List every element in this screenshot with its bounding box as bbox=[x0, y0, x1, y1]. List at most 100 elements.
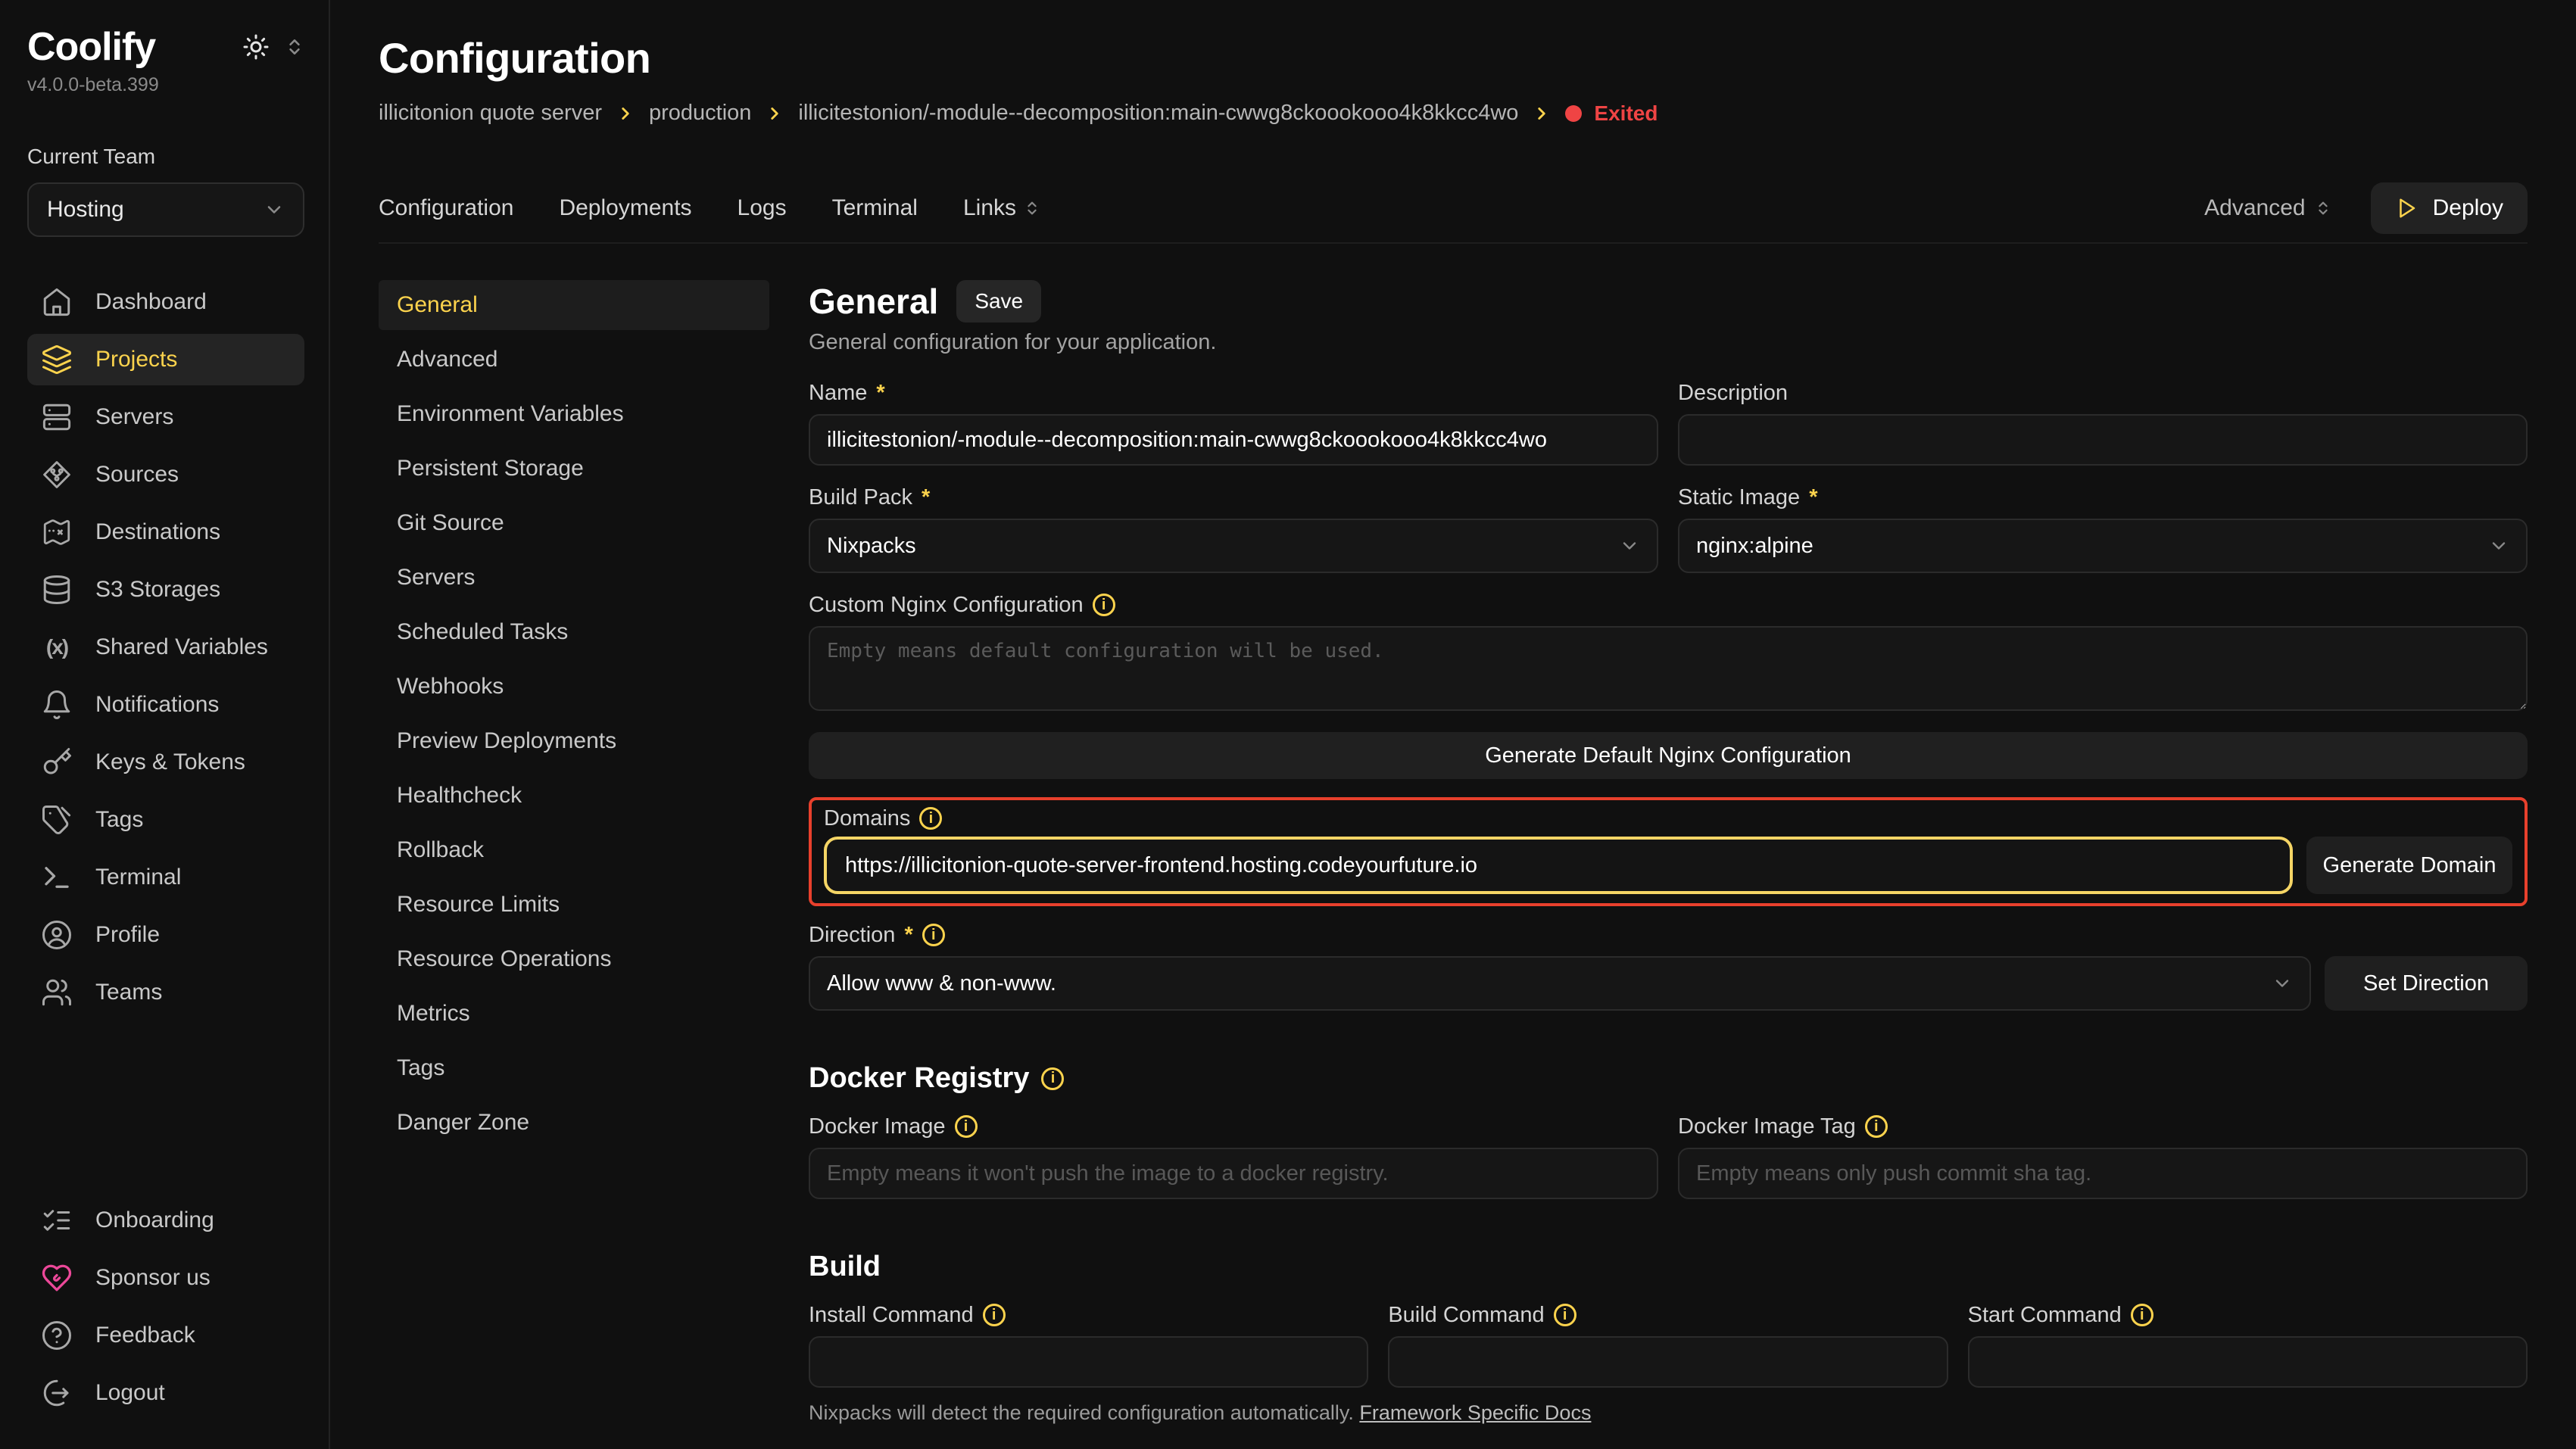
git-diamond-icon bbox=[41, 459, 73, 491]
start-command-label: Start Commandi bbox=[1968, 1301, 2528, 1329]
domains-input[interactable] bbox=[824, 837, 2293, 894]
subnav-item-scheduled-tasks[interactable]: Scheduled Tasks bbox=[379, 607, 769, 657]
subnav-item-resource-operations[interactable]: Resource Operations bbox=[379, 934, 769, 984]
save-button[interactable]: Save bbox=[956, 280, 1041, 323]
sidebar-item-projects[interactable]: Projects bbox=[27, 334, 304, 385]
map-icon bbox=[41, 516, 73, 548]
breadcrumb-application[interactable]: illicitestonion/-module--decomposition:m… bbox=[798, 101, 1518, 126]
layers-icon bbox=[41, 344, 73, 375]
framework-docs-link[interactable]: Framework Specific Docs bbox=[1359, 1401, 1591, 1424]
sidebar-item-teams[interactable]: Teams bbox=[27, 967, 304, 1018]
info-icon: i bbox=[1093, 594, 1115, 616]
required-asterisk: * bbox=[922, 485, 930, 510]
home-icon bbox=[41, 286, 73, 318]
subnav-item-metrics[interactable]: Metrics bbox=[379, 989, 769, 1039]
subnav-item-tags[interactable]: Tags bbox=[379, 1043, 769, 1093]
breadcrumb-environment[interactable]: production bbox=[649, 101, 751, 126]
name-input[interactable] bbox=[809, 414, 1658, 466]
tab-links[interactable]: Links bbox=[963, 195, 1040, 221]
docker-image-input[interactable] bbox=[809, 1148, 1658, 1199]
required-asterisk: * bbox=[876, 381, 884, 406]
sidebar-item-servers[interactable]: Servers bbox=[27, 391, 304, 443]
sidebar-collapse-chevrons-icon[interactable] bbox=[285, 37, 304, 57]
tab-logs[interactable]: Logs bbox=[738, 195, 787, 221]
breadcrumb-project[interactable]: illicitonion quote server bbox=[379, 101, 602, 126]
subnav-item-resource-limits[interactable]: Resource Limits bbox=[379, 880, 769, 930]
info-icon: i bbox=[1865, 1115, 1888, 1138]
team-select[interactable]: Hosting bbox=[27, 182, 304, 237]
generate-domain-button[interactable]: Generate Domain bbox=[2306, 837, 2512, 894]
start-command-input[interactable] bbox=[1968, 1336, 2528, 1388]
section-title-general: General bbox=[809, 281, 938, 322]
tab-terminal[interactable]: Terminal bbox=[832, 195, 918, 221]
subnav-item-git-source[interactable]: Git Source bbox=[379, 498, 769, 548]
subnav-item-persistent-storage[interactable]: Persistent Storage bbox=[379, 444, 769, 494]
sidebar-item-dashboard[interactable]: Dashboard bbox=[27, 276, 304, 328]
server-icon bbox=[41, 401, 73, 433]
generate-nginx-button[interactable]: Generate Default Nginx Configuration bbox=[809, 732, 2528, 779]
subnav-item-preview-deployments[interactable]: Preview Deployments bbox=[379, 716, 769, 766]
sidebar-item-onboarding[interactable]: Onboarding bbox=[27, 1195, 304, 1246]
subnav-item-webhooks[interactable]: Webhooks bbox=[379, 662, 769, 712]
subnav-item-rollback[interactable]: Rollback bbox=[379, 825, 769, 875]
chevrons-up-down-icon bbox=[1024, 200, 1040, 217]
build-command-input[interactable] bbox=[1388, 1336, 1948, 1388]
sidebar-item-sponsor-us[interactable]: Sponsor us bbox=[27, 1252, 304, 1304]
chevrons-up-down-icon bbox=[2315, 200, 2331, 217]
play-icon bbox=[2395, 197, 2418, 220]
install-command-input[interactable] bbox=[809, 1336, 1368, 1388]
subnav-item-servers[interactable]: Servers bbox=[379, 553, 769, 603]
tabbar: Configuration Deployments Logs Terminal … bbox=[379, 174, 2528, 244]
nixpacks-note: Nixpacks will detect the required config… bbox=[809, 1401, 2528, 1425]
page-title: Configuration bbox=[379, 33, 2528, 83]
static-image-select[interactable]: nginx:alpine bbox=[1678, 519, 2528, 573]
sidebar: Coolify v4.0.0-beta.399 Current Team Hos… bbox=[0, 0, 330, 1449]
chevron-down-icon bbox=[2488, 535, 2509, 556]
tab-deployments[interactable]: Deployments bbox=[559, 195, 691, 221]
docker-image-tag-label: Docker Image Tagi bbox=[1678, 1113, 2528, 1140]
required-asterisk: * bbox=[904, 923, 912, 948]
sidebar-item-terminal[interactable]: Terminal bbox=[27, 852, 304, 903]
database-icon bbox=[41, 574, 73, 606]
tab-configuration[interactable]: Configuration bbox=[379, 195, 513, 221]
description-input[interactable] bbox=[1678, 414, 2528, 466]
docker-registry-title: Docker Registryi bbox=[809, 1062, 2528, 1095]
sidebar-footer-nav: Onboarding Sponsor us Feedback Logout bbox=[27, 1195, 304, 1419]
sidebar-item-notifications[interactable]: Notifications bbox=[27, 679, 304, 731]
parentheses-x-icon: (x) bbox=[41, 631, 73, 663]
chevron-down-icon bbox=[264, 199, 285, 220]
direction-label: Direction*i bbox=[809, 921, 2528, 949]
subnav-item-environment-variables[interactable]: Environment Variables bbox=[379, 389, 769, 439]
subnav-item-danger-zone[interactable]: Danger Zone bbox=[379, 1098, 769, 1148]
subnav-item-general[interactable]: General bbox=[379, 280, 769, 330]
description-label: Description bbox=[1678, 379, 2528, 407]
theme-toggle-sun-icon[interactable] bbox=[242, 33, 270, 61]
subnav-item-advanced[interactable]: Advanced bbox=[379, 335, 769, 385]
general-form: General Save General configuration for y… bbox=[809, 280, 2528, 1449]
status-text: Exited bbox=[1594, 101, 1658, 126]
main-content: Configuration illicitonion quote server … bbox=[330, 0, 2576, 1449]
build-pack-select[interactable]: Nixpacks bbox=[809, 519, 1658, 573]
deploy-button[interactable]: Deploy bbox=[2371, 182, 2528, 234]
section-description: General configuration for your applicati… bbox=[809, 330, 2528, 355]
sidebar-item-shared-variables[interactable]: (x) Shared Variables bbox=[27, 622, 304, 673]
subnav-item-healthcheck[interactable]: Healthcheck bbox=[379, 771, 769, 821]
custom-nginx-textarea[interactable] bbox=[809, 626, 2528, 711]
sidebar-item-s3-storages[interactable]: S3 Storages bbox=[27, 564, 304, 615]
key-icon bbox=[41, 746, 73, 778]
set-direction-button[interactable]: Set Direction bbox=[2325, 956, 2528, 1011]
sidebar-item-tags[interactable]: Tags bbox=[27, 794, 304, 846]
sidebar-item-sources[interactable]: Sources bbox=[27, 449, 304, 500]
advanced-dropdown[interactable]: Advanced bbox=[2204, 195, 2331, 221]
sidebar-item-keys-tokens[interactable]: Keys & Tokens bbox=[27, 737, 304, 788]
docker-image-tag-input[interactable] bbox=[1678, 1148, 2528, 1199]
install-command-label: Install Commandi bbox=[809, 1301, 1368, 1329]
tag-icon bbox=[41, 804, 73, 836]
sidebar-item-profile[interactable]: Profile bbox=[27, 909, 304, 961]
sidebar-item-logout[interactable]: Logout bbox=[27, 1367, 304, 1419]
sidebar-item-destinations[interactable]: Destinations bbox=[27, 506, 304, 558]
chevron-right-icon bbox=[765, 104, 784, 123]
static-image-label: Static Image* bbox=[1678, 484, 2528, 511]
sidebar-item-feedback[interactable]: Feedback bbox=[27, 1310, 304, 1361]
direction-select[interactable]: Allow www & non-www. bbox=[809, 956, 2311, 1011]
